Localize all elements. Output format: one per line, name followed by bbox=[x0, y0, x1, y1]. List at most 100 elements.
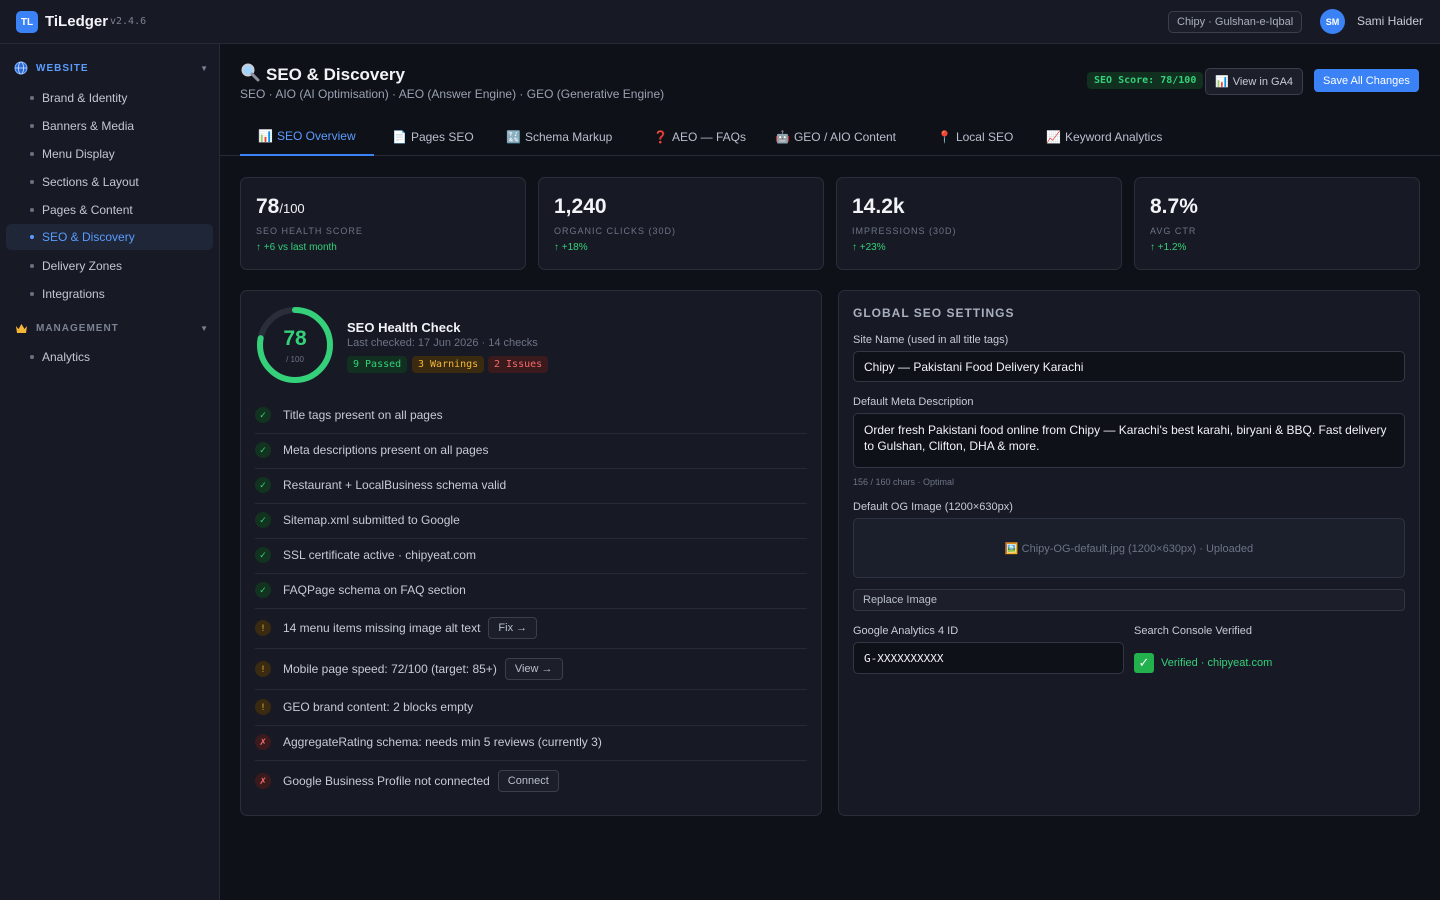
site-name-label: Site Name (used in all title tags) bbox=[853, 334, 1009, 346]
tab-label: SEO Overview bbox=[276, 129, 356, 143]
site-name-input[interactable]: Chipy — Pakistani Food Delivery Karachi bbox=[853, 351, 1405, 382]
sidebar-item-label: SEO & Discovery bbox=[42, 230, 135, 244]
sidebar-item-label: Brand & Identity bbox=[42, 91, 128, 105]
tab-label: Local SEO bbox=[955, 130, 1014, 144]
check-item: ✓ Title tags present on all pages bbox=[255, 407, 807, 423]
sidebar-item-brand-identity[interactable]: Brand & Identity bbox=[6, 85, 213, 111]
bullet-icon bbox=[30, 152, 34, 156]
warnings-badge: 3 Warnings bbox=[412, 356, 485, 373]
view-in-ga4-button[interactable]: 📊 View in GA4 bbox=[1205, 68, 1304, 95]
tab-seo-overview[interactable]: 📊 SEO Overview bbox=[240, 118, 374, 156]
og-image-label: Default OG Image (1200×630px) bbox=[853, 501, 1013, 513]
stat-label: AVG CTR bbox=[1150, 226, 1197, 236]
divider bbox=[255, 648, 807, 649]
symbols-icon: 🔣 bbox=[506, 130, 521, 144]
sidebar-item-sections-layout[interactable]: Sections & Layout bbox=[6, 169, 213, 195]
divider bbox=[255, 760, 807, 761]
app-logo[interactable]: TL bbox=[16, 11, 38, 33]
fix-alt-text-button[interactable]: Fix → bbox=[488, 617, 538, 639]
question-icon: ❓ bbox=[653, 130, 668, 144]
tab-pages-seo[interactable]: 📄 Pages SEO bbox=[392, 118, 474, 156]
check-pass-icon: ✓ bbox=[255, 582, 271, 598]
divider bbox=[255, 689, 807, 690]
sidebar-item-label: Delivery Zones bbox=[42, 259, 123, 273]
checkmark-icon: ✓ bbox=[1134, 653, 1154, 673]
sidebar-item-menu-display[interactable]: Menu Display bbox=[6, 141, 213, 167]
check-item: ✗ Google Business Profile not connected Co… bbox=[255, 770, 807, 792]
stat-card-organic-clicks: 1,240 ORGANIC CLICKS (30D) ↑ +18% bbox=[538, 177, 824, 270]
sidebar-item-seo-discovery[interactable]: SEO & Discovery bbox=[6, 224, 213, 250]
check-pass-icon: ✓ bbox=[255, 512, 271, 528]
divider bbox=[255, 573, 807, 574]
bullet-icon bbox=[30, 124, 34, 128]
user-avatar[interactable]: SM bbox=[1320, 9, 1345, 34]
sidebar-item-delivery-zones[interactable]: Delivery Zones bbox=[6, 253, 213, 279]
warning-icon: ! bbox=[255, 620, 271, 636]
divider bbox=[255, 538, 807, 539]
sidebar-section-title: WEBSITE bbox=[36, 62, 89, 74]
divider bbox=[255, 433, 807, 434]
sidebar-item-label: Banners & Media bbox=[42, 119, 135, 133]
sidebar-section-website[interactable]: WEBSITE ▼ bbox=[14, 58, 208, 78]
tab-label: GEO / AIO Content bbox=[793, 130, 896, 144]
check-item: ✓ SSL certificate active · chipyeat.com bbox=[255, 547, 807, 563]
check-item: ! Mobile page speed: 72/100 (target: 85+)… bbox=[255, 658, 807, 680]
tab-schema-markup[interactable]: 🔣 Schema Markup bbox=[506, 118, 612, 156]
replace-image-button[interactable]: Replace Image bbox=[853, 589, 1405, 611]
sidebar-item-integrations[interactable]: Integrations bbox=[6, 281, 213, 307]
global-seo-settings-panel: GLOBAL SEO SETTINGS Site Name (used in a… bbox=[838, 290, 1420, 816]
stat-delta: ↑ +6 vs last month bbox=[256, 242, 337, 253]
tab-geo-aio-content[interactable]: 🤖 GEO / AIO Content bbox=[775, 118, 896, 156]
chevron-down-icon: ▼ bbox=[200, 63, 208, 73]
divider bbox=[255, 468, 807, 469]
passed-badge: 9 Passed bbox=[347, 356, 408, 373]
sidebar-item-analytics[interactable]: Analytics bbox=[6, 344, 213, 370]
stat-card-seo-health: 78/100 SEO HEALTH SCORE ↑ +6 vs last mon… bbox=[240, 177, 526, 270]
meta-description-label: Default Meta Description bbox=[853, 396, 974, 408]
sidebar-item-label: Sections & Layout bbox=[42, 175, 139, 189]
connect-gbp-button[interactable]: Connect bbox=[497, 770, 559, 792]
sidebar-item-banners-media[interactable]: Banners & Media bbox=[6, 113, 213, 139]
user-name[interactable]: Sami Haider bbox=[1357, 14, 1423, 28]
seo-score-badge: SEO Score: 78/100 bbox=[1087, 72, 1204, 89]
magnifier-icon bbox=[240, 62, 260, 87]
error-icon: ✗ bbox=[255, 773, 271, 789]
robot-icon: 🤖 bbox=[775, 130, 790, 144]
search-console-status: ✓ Verified · chipyeat.com bbox=[1134, 653, 1272, 673]
sidebar-section-management[interactable]: MANAGEMENT ▼ bbox=[14, 318, 208, 338]
health-check-title: SEO Health Check bbox=[347, 320, 461, 335]
check-pass-icon: ✓ bbox=[255, 442, 271, 458]
tab-label: Schema Markup bbox=[524, 130, 613, 144]
divider bbox=[255, 725, 807, 726]
check-item: ✓ Restaurant + LocalBusiness schema valid bbox=[255, 477, 807, 493]
meta-description-textarea[interactable]: Order fresh Pakistani food online from C… bbox=[853, 413, 1405, 468]
tab-local-seo[interactable]: 📍 Local SEO bbox=[937, 118, 1013, 156]
bullet-icon bbox=[30, 235, 34, 239]
tab-bar: 📊 SEO Overview 📄 Pages SEO 🔣 Schema Markup … bbox=[220, 118, 1440, 156]
bar-chart-icon: 📊 bbox=[1215, 76, 1229, 88]
bullet-icon bbox=[30, 208, 34, 212]
ga4-id-input[interactable]: G-XXXXXXXXXX bbox=[853, 642, 1124, 674]
sidebar-item-label: Pages & Content bbox=[42, 203, 133, 217]
sidebar-item-pages-content[interactable]: Pages & Content bbox=[6, 197, 213, 223]
bullet-icon bbox=[30, 292, 34, 296]
check-item: ! 14 menu items missing image alt text Fix… bbox=[255, 617, 807, 639]
settings-heading: GLOBAL SEO SETTINGS bbox=[853, 306, 1015, 320]
tenant-selector[interactable]: Chipy · Gulshan-e-Iqbal bbox=[1168, 11, 1303, 33]
save-all-changes-button[interactable]: Save All Changes bbox=[1314, 69, 1419, 92]
view-page-speed-button[interactable]: View → bbox=[504, 658, 563, 680]
meta-char-count: 156 / 160 chars · Optimal bbox=[853, 477, 955, 487]
check-item: ✓ FAQPage schema on FAQ section bbox=[255, 582, 807, 598]
issues-badge: 2 Issues bbox=[488, 356, 549, 373]
tab-keyword-analytics[interactable]: 📈 Keyword Analytics bbox=[1046, 118, 1162, 156]
pin-icon: 📍 bbox=[937, 130, 952, 144]
tab-aeo-faqs[interactable]: ❓ AEO — FAQs bbox=[653, 118, 746, 156]
seo-health-check-panel: 78 / 100 SEO Health Check Last checked: … bbox=[240, 290, 822, 816]
stat-label: SEO HEALTH SCORE bbox=[256, 226, 363, 236]
app-version: v2.4.6 bbox=[110, 16, 147, 27]
app-name: TiLedger bbox=[45, 13, 109, 30]
chevron-down-icon: ▼ bbox=[200, 323, 208, 333]
sidebar-item-label: Integrations bbox=[42, 287, 105, 301]
og-image-preview[interactable]: 🖼️ Chipy-OG-default.jpg (1200×630px) · U… bbox=[853, 518, 1405, 578]
check-item: ✗ AggregateRating schema: needs min 5 rev… bbox=[255, 734, 807, 750]
